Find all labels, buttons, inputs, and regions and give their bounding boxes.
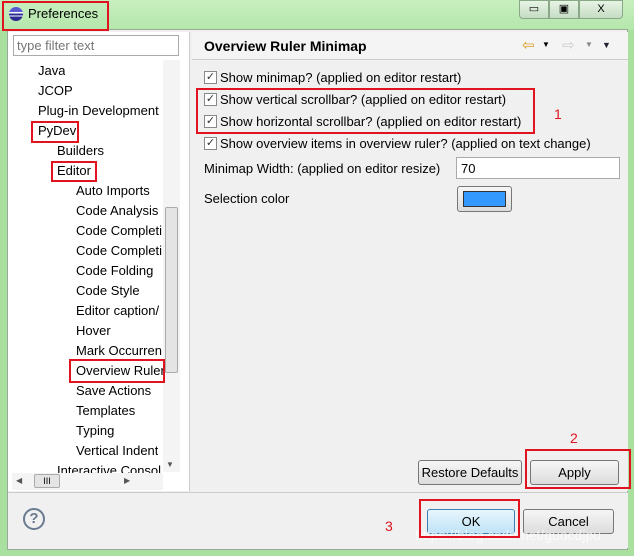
highlight-pydev (31, 121, 79, 143)
scroll-down-arrow-icon[interactable]: ▼ (166, 460, 174, 469)
tree-item[interactable]: Typing (76, 423, 114, 441)
highlight-ok (419, 499, 520, 538)
help-icon[interactable]: ? (23, 508, 45, 530)
selection-color-button[interactable] (457, 186, 512, 212)
view-menu-icon[interactable]: ▼ (602, 40, 611, 50)
filter-input[interactable] (13, 35, 179, 56)
color-swatch (463, 191, 506, 207)
page-title: Overview Ruler Minimap (204, 38, 367, 54)
highlight-overview-ruler (69, 359, 165, 383)
highlight-editor (51, 161, 97, 182)
minimap-width-input[interactable]: 70 (456, 157, 620, 179)
tree-item[interactable]: Code Analysis (76, 203, 158, 221)
option-label: Show overview items in overview ruler? (… (220, 136, 591, 151)
tree-item[interactable]: Code Folding (76, 263, 153, 281)
tree-item[interactable]: Code Completi (76, 243, 162, 261)
scroll-left-arrow-icon[interactable]: ◀ (16, 476, 22, 485)
checkbox[interactable]: ✓ (204, 71, 217, 84)
forward-dropdown-icon[interactable]: ▼ (585, 40, 593, 49)
minimize-button[interactable]: ▭ (519, 0, 549, 19)
tree-item[interactable]: Plug-in Development (38, 103, 159, 121)
tree-item[interactable]: JCOP (38, 83, 73, 101)
highlight-scrollbar-options (196, 88, 535, 134)
annotation-1: 1 (554, 106, 562, 122)
scroll-right-arrow-icon[interactable]: ▶ (124, 476, 130, 485)
tree-hscroll-thumb[interactable]: III (34, 474, 60, 488)
selection-color-label: Selection color (204, 191, 290, 206)
tree-item[interactable]: Templates (76, 403, 135, 421)
annotation-2: 2 (570, 430, 578, 446)
minimap-width-label: Minimap Width: (applied on editor resize… (204, 161, 441, 176)
checkbox[interactable]: ✓ (204, 137, 217, 150)
tree-item[interactable]: Code Completi (76, 223, 162, 241)
tree-item[interactable]: Editor caption/ (76, 303, 159, 321)
forward-arrow-icon[interactable]: ⇨ (562, 36, 575, 54)
tree-item[interactable]: Save Actions (76, 383, 151, 401)
tree-item[interactable]: Builders (57, 143, 104, 161)
restore-defaults-button[interactable]: Restore Defaults (418, 460, 522, 485)
annotation-3: 3 (385, 518, 393, 534)
highlight-title (2, 1, 109, 31)
back-arrow-icon[interactable]: ⇦ (522, 36, 535, 54)
tree-vscroll-thumb[interactable] (165, 207, 178, 373)
tree-item[interactable]: Hover (76, 323, 111, 341)
close-button[interactable]: X (579, 0, 623, 19)
highlight-apply (525, 449, 631, 489)
option-label: Show minimap? (applied on editor restart… (220, 70, 462, 85)
tree-item[interactable]: Java (38, 63, 65, 81)
maximize-button[interactable]: ▣ (549, 0, 579, 19)
tree-item[interactable]: Vertical Indent (76, 443, 158, 461)
tree-item[interactable]: Code Style (76, 283, 140, 301)
tree-item[interactable]: Auto Imports (76, 183, 150, 201)
back-dropdown-icon[interactable]: ▼ (542, 40, 550, 49)
